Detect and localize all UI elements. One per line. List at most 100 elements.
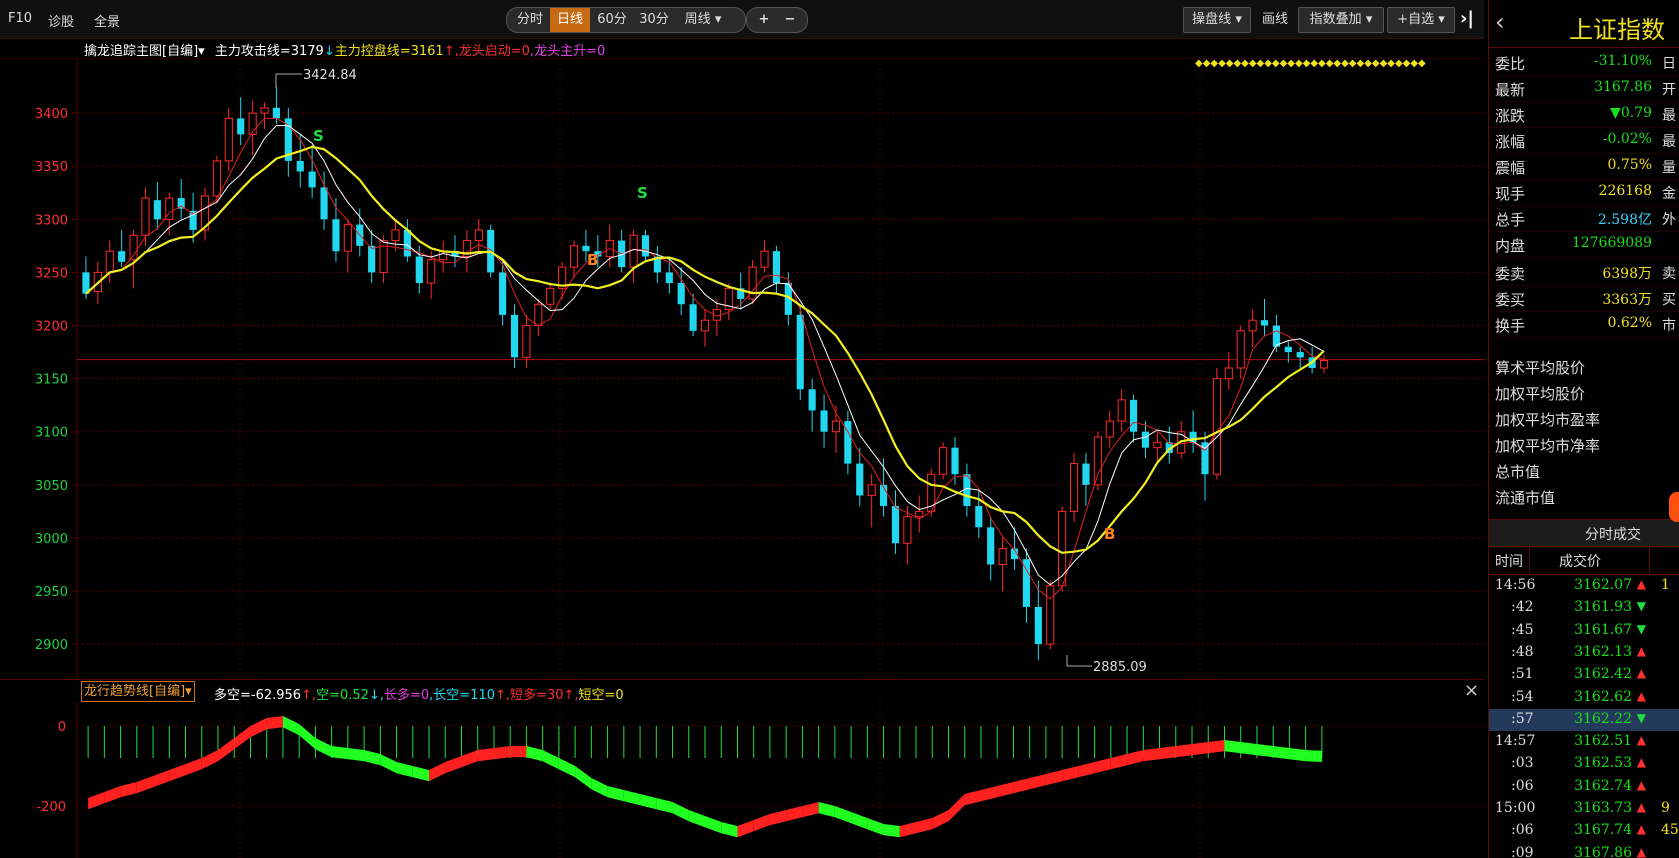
candle-body xyxy=(1224,367,1233,380)
tick-row[interactable]: :51 3162.42 ▲ xyxy=(1489,664,1679,686)
quote-label: 震幅 xyxy=(1495,159,1526,177)
candle-body xyxy=(856,463,864,496)
candle-body xyxy=(1141,431,1150,448)
price-tick-label: 3100 xyxy=(35,426,68,441)
add-watchlist-label: +自选 xyxy=(1397,12,1435,27)
tick-row[interactable]: :42 3161.93 ▼ xyxy=(1489,597,1679,619)
tick-row[interactable]: :48 3162.13 ▲ xyxy=(1489,642,1679,664)
divider xyxy=(1649,546,1650,574)
up-arrow-icon: ▲ xyxy=(1636,577,1646,591)
candle-body xyxy=(1296,352,1304,358)
zoom-out-button[interactable]: − xyxy=(777,8,803,32)
zoom-in-button[interactable]: + xyxy=(751,8,777,32)
quote-value: 127669089 xyxy=(1571,235,1652,251)
candle-body xyxy=(546,287,555,305)
trend-ribbon-segment xyxy=(980,786,998,802)
f10-link[interactable]: F10 xyxy=(8,11,32,26)
side-float-tab[interactable] xyxy=(1669,492,1679,522)
price-tick-label: 3350 xyxy=(35,160,68,175)
trend-ribbon-segment xyxy=(526,746,543,762)
trend-ribbon-segment xyxy=(867,818,884,836)
trend-ribbon-segment xyxy=(1224,740,1241,754)
price-chart[interactable]: 3400 3350 3300 3250 3200 3150 3100 3050 3000 2950… xyxy=(0,58,1484,678)
operate-line-button[interactable]: 操盘线 ▾ xyxy=(1183,7,1251,33)
stat-label: 总市值 xyxy=(1495,463,1541,481)
tick-row[interactable]: 14:56 3162.07 ▲ 1 xyxy=(1489,575,1679,597)
ma-short-line xyxy=(85,117,1325,600)
draw-line-button[interactable]: 画线 xyxy=(1254,7,1296,33)
signal-diamond-strip: ◆◆◆◆◆◆◆◆◆◆◆◆◆◆◆◆◆◆◆◆◆◆◆◆◆◆◆◆◆◆ xyxy=(1195,58,1426,69)
tick-row[interactable]: :06 3162.74 ▲ xyxy=(1489,776,1679,798)
quote-row: 涨跌 ▼0.79 最 xyxy=(1489,100,1679,128)
buy-signal: B xyxy=(1104,525,1115,543)
ma-long-line xyxy=(85,145,1325,554)
trend-ribbon-segment xyxy=(104,786,121,804)
attack-arrow: ↓ xyxy=(323,44,335,59)
period-tab-weekly[interactable]: 周线 ▾ xyxy=(676,8,730,32)
index-overlay-label: 指数叠加 xyxy=(1309,12,1362,27)
quote-value: ▼0.79 xyxy=(1610,105,1652,121)
main-indicator-selector[interactable]: 擒龙追踪主图[自编]▾ xyxy=(84,44,205,59)
period-tab-intraday[interactable]: 分时 xyxy=(511,8,549,32)
collapse-panel-icon[interactable]: ›| xyxy=(1460,8,1474,29)
tick-price: 3162.74 xyxy=(1574,777,1632,794)
quote-value: -0.02% xyxy=(1602,131,1652,147)
tick-row[interactable]: 14:57 3162.51 ▲ xyxy=(1489,731,1679,753)
sub-indicator-selector[interactable]: 龙行趋势线[自编]▾ xyxy=(81,681,195,702)
tick-time: 14:56 xyxy=(1495,577,1536,593)
quote-row: 震幅 0.75% 量 xyxy=(1489,152,1679,180)
period-tab-60min[interactable]: 60分 xyxy=(592,8,632,32)
trend-ribbon-segment xyxy=(558,758,576,778)
trend-ribbon-segment xyxy=(916,818,933,834)
down-arrow-icon: ▼ xyxy=(1636,599,1646,614)
stat-label: 加权平均股价 xyxy=(1495,385,1586,403)
period-tab-30min[interactable]: 30分 xyxy=(634,8,674,32)
tick-time: 14:57 xyxy=(1495,733,1536,750)
tick-row[interactable]: :03 3162.53 ▲ xyxy=(1489,753,1679,775)
quote-panel: ‹ 上证指数 委比 -31.10% 日最新 3167.86 开涨跌 ▼0.79 最涨幅 -0.… xyxy=(1488,0,1679,858)
trend-ribbon-segment xyxy=(721,822,738,838)
main-indicator-name: 擒龙追踪主图[自编] xyxy=(84,44,199,59)
quote-side-label: 开 xyxy=(1662,82,1676,98)
tick-row[interactable]: :54 3162.62 ▲ xyxy=(1489,687,1679,709)
trend-ribbon-segment xyxy=(1143,748,1160,762)
column-time: 时间 xyxy=(1495,554,1523,570)
price-tick-label: 3250 xyxy=(35,266,68,281)
index-overlay-button[interactable]: 指数叠加 ▾ xyxy=(1298,7,1384,33)
candle-body xyxy=(1082,463,1090,485)
candle-body xyxy=(760,250,769,268)
trend-ribbon-segment xyxy=(1273,746,1290,760)
tick-row[interactable]: :06 3167.74 ▲ 45 xyxy=(1489,820,1679,842)
ticks-column-headers: 时间 成交价 xyxy=(1489,546,1679,575)
trend-indicator-chart[interactable]: 0 -200 xyxy=(0,702,1484,858)
up-arrow-icon: ▲ xyxy=(1636,666,1646,681)
trend-ribbon-segment xyxy=(380,754,397,774)
candle-body xyxy=(474,229,483,242)
changduo-value: 长多=0 xyxy=(383,688,430,703)
candle-body xyxy=(1236,330,1245,369)
quote-label: 涨跌 xyxy=(1495,107,1526,125)
tick-price: 3162.62 xyxy=(1574,688,1632,705)
tick-row[interactable]: :45 3161.67 ▼ xyxy=(1489,620,1679,642)
trend-ribbon-segment xyxy=(1208,740,1225,754)
tick-price: 3162.42 xyxy=(1574,666,1632,683)
close-icon[interactable]: × xyxy=(1464,680,1479,701)
candle-body xyxy=(1284,346,1292,353)
back-chevron-icon[interactable]: ‹ xyxy=(1495,8,1505,36)
tick-row[interactable]: :57 3162.22 ▼ xyxy=(1489,708,1679,731)
candle-body xyxy=(998,548,1007,565)
tick-row[interactable]: :09 3167.86 ▲ xyxy=(1489,843,1679,858)
candle-body xyxy=(1319,360,1329,369)
price-tick-label: 3150 xyxy=(35,373,68,388)
diagnose-link[interactable]: 诊股 xyxy=(48,11,74,30)
quote-row: 内盘 127669089 xyxy=(1489,230,1679,258)
quote-label: 总手 xyxy=(1495,211,1526,229)
quote-value: 226168 xyxy=(1598,183,1652,199)
add-watchlist-button[interactable]: +自选 ▾ xyxy=(1387,7,1455,33)
quote-value: -31.10% xyxy=(1593,53,1652,69)
overview-link[interactable]: 全景 xyxy=(94,11,120,30)
duankong-value: 短空=0 xyxy=(578,688,624,703)
tick-row[interactable]: 15:00 3163.73 ▲ 9 xyxy=(1489,798,1679,820)
period-tab-daily[interactable]: 日线 xyxy=(550,8,590,32)
up-arrow-icon: ▲ xyxy=(1636,643,1646,658)
